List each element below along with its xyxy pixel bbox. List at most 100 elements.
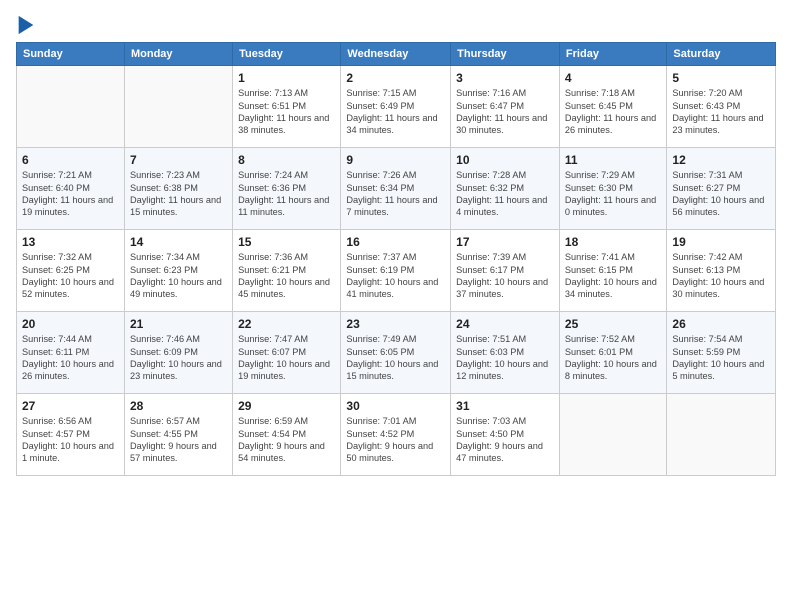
day-number: 26	[672, 316, 770, 332]
calendar-day-cell	[559, 394, 666, 476]
day-info: Sunrise: 7:16 AMSunset: 6:47 PMDaylight:…	[456, 87, 554, 137]
calendar-week-row: 6Sunrise: 7:21 AMSunset: 6:40 PMDaylight…	[17, 148, 776, 230]
day-info: Sunrise: 7:26 AMSunset: 6:34 PMDaylight:…	[346, 169, 445, 219]
day-info: Sunrise: 7:29 AMSunset: 6:30 PMDaylight:…	[565, 169, 661, 219]
calendar-day-cell: 1Sunrise: 7:13 AMSunset: 6:51 PMDaylight…	[233, 66, 341, 148]
day-info: Sunrise: 7:37 AMSunset: 6:19 PMDaylight:…	[346, 251, 445, 301]
day-number: 15	[238, 234, 335, 250]
day-info: Sunrise: 7:34 AMSunset: 6:23 PMDaylight:…	[130, 251, 227, 301]
day-of-week-header: Tuesday	[233, 43, 341, 66]
calendar-week-row: 20Sunrise: 7:44 AMSunset: 6:11 PMDayligh…	[17, 312, 776, 394]
day-number: 6	[22, 152, 119, 168]
day-info: Sunrise: 7:49 AMSunset: 6:05 PMDaylight:…	[346, 333, 445, 383]
day-info: Sunrise: 7:21 AMSunset: 6:40 PMDaylight:…	[22, 169, 119, 219]
calendar-day-cell: 20Sunrise: 7:44 AMSunset: 6:11 PMDayligh…	[17, 312, 125, 394]
calendar-day-cell: 18Sunrise: 7:41 AMSunset: 6:15 PMDayligh…	[559, 230, 666, 312]
logo	[16, 14, 40, 36]
calendar-day-cell: 4Sunrise: 7:18 AMSunset: 6:45 PMDaylight…	[559, 66, 666, 148]
day-number: 20	[22, 316, 119, 332]
day-of-week-header: Friday	[559, 43, 666, 66]
calendar-day-cell: 8Sunrise: 7:24 AMSunset: 6:36 PMDaylight…	[233, 148, 341, 230]
day-of-week-header: Saturday	[667, 43, 776, 66]
day-number: 9	[346, 152, 445, 168]
calendar-body: 1Sunrise: 7:13 AMSunset: 6:51 PMDaylight…	[17, 66, 776, 476]
day-of-week-header: Wednesday	[341, 43, 451, 66]
day-info: Sunrise: 7:46 AMSunset: 6:09 PMDaylight:…	[130, 333, 227, 383]
day-info: Sunrise: 7:03 AMSunset: 4:50 PMDaylight:…	[456, 415, 554, 465]
day-number: 17	[456, 234, 554, 250]
day-info: Sunrise: 7:47 AMSunset: 6:07 PMDaylight:…	[238, 333, 335, 383]
calendar-day-cell	[124, 66, 232, 148]
calendar-day-cell: 31Sunrise: 7:03 AMSunset: 4:50 PMDayligh…	[451, 394, 560, 476]
calendar-day-cell	[17, 66, 125, 148]
calendar-day-cell: 6Sunrise: 7:21 AMSunset: 6:40 PMDaylight…	[17, 148, 125, 230]
day-info: Sunrise: 7:18 AMSunset: 6:45 PMDaylight:…	[565, 87, 661, 137]
calendar-day-cell: 10Sunrise: 7:28 AMSunset: 6:32 PMDayligh…	[451, 148, 560, 230]
day-info: Sunrise: 6:57 AMSunset: 4:55 PMDaylight:…	[130, 415, 227, 465]
day-number: 12	[672, 152, 770, 168]
day-info: Sunrise: 7:32 AMSunset: 6:25 PMDaylight:…	[22, 251, 119, 301]
calendar-day-cell: 23Sunrise: 7:49 AMSunset: 6:05 PMDayligh…	[341, 312, 451, 394]
day-number: 19	[672, 234, 770, 250]
day-info: Sunrise: 7:23 AMSunset: 6:38 PMDaylight:…	[130, 169, 227, 219]
calendar-day-cell: 22Sunrise: 7:47 AMSunset: 6:07 PMDayligh…	[233, 312, 341, 394]
calendar-week-row: 1Sunrise: 7:13 AMSunset: 6:51 PMDaylight…	[17, 66, 776, 148]
day-header-row: SundayMondayTuesdayWednesdayThursdayFrid…	[17, 43, 776, 66]
day-number: 13	[22, 234, 119, 250]
calendar-week-row: 13Sunrise: 7:32 AMSunset: 6:25 PMDayligh…	[17, 230, 776, 312]
day-number: 30	[346, 398, 445, 414]
day-number: 28	[130, 398, 227, 414]
day-info: Sunrise: 7:51 AMSunset: 6:03 PMDaylight:…	[456, 333, 554, 383]
calendar-day-cell: 5Sunrise: 7:20 AMSunset: 6:43 PMDaylight…	[667, 66, 776, 148]
day-number: 31	[456, 398, 554, 414]
day-info: Sunrise: 7:28 AMSunset: 6:32 PMDaylight:…	[456, 169, 554, 219]
calendar-day-cell: 26Sunrise: 7:54 AMSunset: 5:59 PMDayligh…	[667, 312, 776, 394]
day-info: Sunrise: 7:15 AMSunset: 6:49 PMDaylight:…	[346, 87, 445, 137]
calendar-day-cell: 21Sunrise: 7:46 AMSunset: 6:09 PMDayligh…	[124, 312, 232, 394]
calendar-day-cell: 27Sunrise: 6:56 AMSunset: 4:57 PMDayligh…	[17, 394, 125, 476]
day-info: Sunrise: 6:56 AMSunset: 4:57 PMDaylight:…	[22, 415, 119, 465]
day-number: 8	[238, 152, 335, 168]
day-info: Sunrise: 7:36 AMSunset: 6:21 PMDaylight:…	[238, 251, 335, 301]
day-number: 5	[672, 70, 770, 86]
day-info: Sunrise: 7:31 AMSunset: 6:27 PMDaylight:…	[672, 169, 770, 219]
day-info: Sunrise: 7:20 AMSunset: 6:43 PMDaylight:…	[672, 87, 770, 137]
day-number: 16	[346, 234, 445, 250]
day-info: Sunrise: 7:42 AMSunset: 6:13 PMDaylight:…	[672, 251, 770, 301]
calendar-day-cell: 2Sunrise: 7:15 AMSunset: 6:49 PMDaylight…	[341, 66, 451, 148]
header	[16, 14, 776, 36]
day-number: 22	[238, 316, 335, 332]
calendar-day-cell: 17Sunrise: 7:39 AMSunset: 6:17 PMDayligh…	[451, 230, 560, 312]
calendar-week-row: 27Sunrise: 6:56 AMSunset: 4:57 PMDayligh…	[17, 394, 776, 476]
day-info: Sunrise: 7:54 AMSunset: 5:59 PMDaylight:…	[672, 333, 770, 383]
day-number: 14	[130, 234, 227, 250]
calendar-day-cell	[667, 394, 776, 476]
calendar-table: SundayMondayTuesdayWednesdayThursdayFrid…	[16, 42, 776, 476]
calendar-day-cell: 11Sunrise: 7:29 AMSunset: 6:30 PMDayligh…	[559, 148, 666, 230]
calendar-day-cell: 7Sunrise: 7:23 AMSunset: 6:38 PMDaylight…	[124, 148, 232, 230]
day-number: 2	[346, 70, 445, 86]
logo-icon	[16, 14, 36, 36]
calendar-day-cell: 12Sunrise: 7:31 AMSunset: 6:27 PMDayligh…	[667, 148, 776, 230]
day-info: Sunrise: 7:24 AMSunset: 6:36 PMDaylight:…	[238, 169, 335, 219]
day-number: 18	[565, 234, 661, 250]
day-number: 10	[456, 152, 554, 168]
day-of-week-header: Sunday	[17, 43, 125, 66]
day-number: 25	[565, 316, 661, 332]
day-number: 23	[346, 316, 445, 332]
calendar-day-cell: 3Sunrise: 7:16 AMSunset: 6:47 PMDaylight…	[451, 66, 560, 148]
calendar-day-cell: 9Sunrise: 7:26 AMSunset: 6:34 PMDaylight…	[341, 148, 451, 230]
calendar-header: SundayMondayTuesdayWednesdayThursdayFrid…	[17, 43, 776, 66]
calendar-day-cell: 19Sunrise: 7:42 AMSunset: 6:13 PMDayligh…	[667, 230, 776, 312]
calendar-day-cell: 14Sunrise: 7:34 AMSunset: 6:23 PMDayligh…	[124, 230, 232, 312]
day-info: Sunrise: 7:52 AMSunset: 6:01 PMDaylight:…	[565, 333, 661, 383]
day-number: 27	[22, 398, 119, 414]
calendar-day-cell: 16Sunrise: 7:37 AMSunset: 6:19 PMDayligh…	[341, 230, 451, 312]
day-number: 29	[238, 398, 335, 414]
day-number: 4	[565, 70, 661, 86]
calendar-day-cell: 24Sunrise: 7:51 AMSunset: 6:03 PMDayligh…	[451, 312, 560, 394]
day-info: Sunrise: 7:01 AMSunset: 4:52 PMDaylight:…	[346, 415, 445, 465]
day-info: Sunrise: 7:39 AMSunset: 6:17 PMDaylight:…	[456, 251, 554, 301]
day-of-week-header: Monday	[124, 43, 232, 66]
day-number: 21	[130, 316, 227, 332]
